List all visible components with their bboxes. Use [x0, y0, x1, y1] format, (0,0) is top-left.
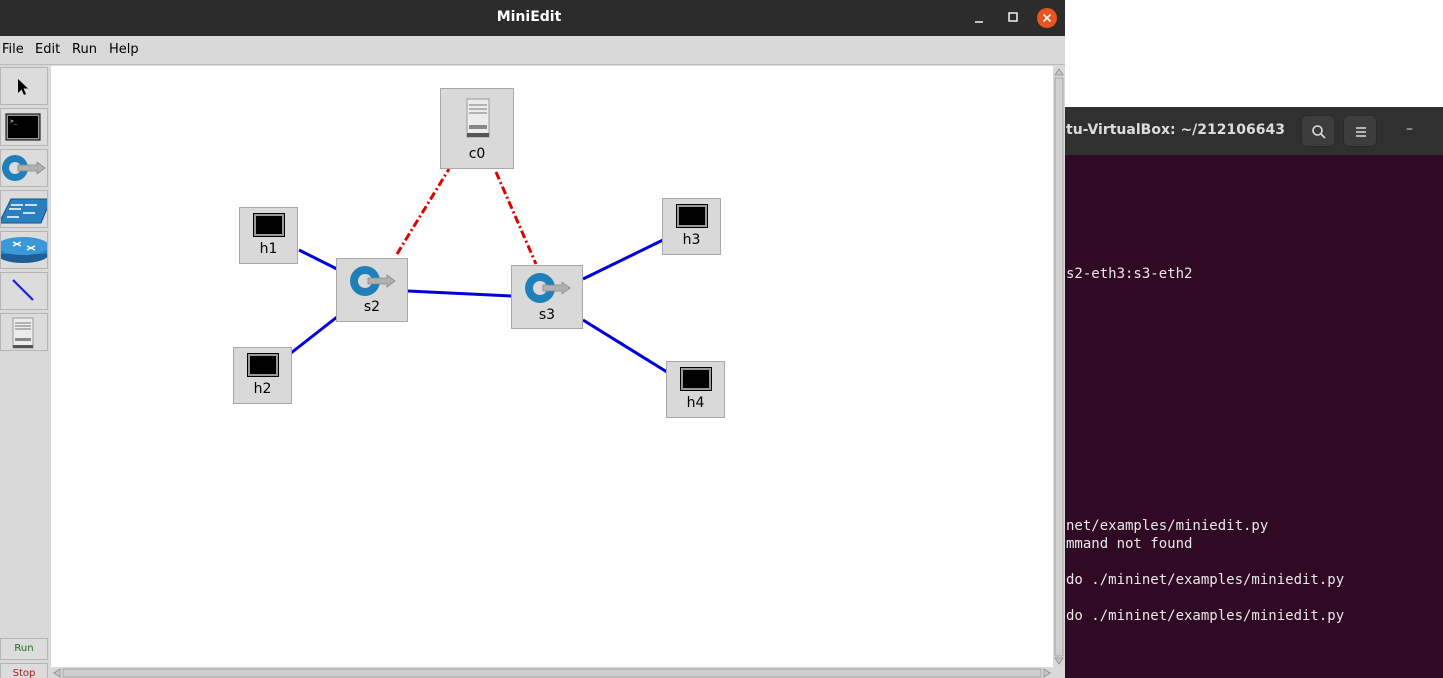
controller-node-c0[interactable]: c0: [440, 88, 514, 169]
scrollbar-track: [53, 668, 1051, 678]
run-button[interactable]: Run: [0, 638, 48, 660]
router-icon: [1, 237, 47, 263]
router-tool[interactable]: [0, 231, 48, 269]
close-button[interactable]: [1037, 8, 1057, 28]
menu-run[interactable]: Run: [72, 42, 97, 57]
terminal-line: do ./mininet/examples/miniedit.py: [1066, 608, 1345, 624]
switch-icon: [2, 155, 46, 181]
legacy-switch-icon: [1, 198, 47, 224]
search-icon: [1312, 125, 1326, 139]
close-icon: [1042, 13, 1052, 23]
link-s2-s3[interactable]: [407, 289, 512, 298]
terminal-window: tu-VirtualBox: ~/212106643 – s2-eth3:s3-…: [1040, 107, 1443, 678]
maximize-icon: [1008, 12, 1018, 22]
switch-tool[interactable]: [0, 149, 48, 187]
stop-button[interactable]: Stop: [0, 663, 48, 678]
terminal-menu-button[interactable]: [1343, 115, 1377, 147]
control-link-s2-c0[interactable]: [395, 168, 451, 255]
host-tool[interactable]: >_: [0, 108, 48, 146]
vertical-scrollbar[interactable]: [1053, 66, 1065, 667]
controller-icon: [466, 98, 490, 138]
title-bar[interactable]: MiniEdit: [0, 0, 1065, 36]
links-layer: [290, 168, 668, 374]
window-title: MiniEdit: [496, 9, 562, 25]
node-label: h1: [259, 241, 278, 257]
select-tool[interactable]: [0, 67, 48, 105]
node-label: h2: [253, 381, 272, 397]
terminal-line: mmand not found: [1066, 536, 1193, 552]
controller-icon: [12, 317, 34, 349]
host-icon: [253, 213, 285, 237]
terminal-search-button[interactable]: [1301, 115, 1335, 147]
host-node-h1[interactable]: h1: [239, 207, 298, 264]
maximize-button[interactable]: [1003, 8, 1023, 28]
node-label: s3: [538, 307, 556, 323]
switch-icon: [350, 266, 396, 296]
terminal-line: s2-eth3:s3-eth2: [1066, 266, 1193, 282]
tool-palette: >_ Run Stop: [0, 66, 50, 678]
host-icon: [676, 204, 708, 228]
legacy-switch-tool[interactable]: [0, 190, 48, 228]
terminal-title: tu-VirtualBox: ~/212106643: [1066, 122, 1285, 138]
control-link-s3-c0[interactable]: [494, 171, 538, 265]
node-label: s2: [363, 299, 381, 315]
host-node-h2[interactable]: h2: [233, 347, 292, 404]
menu-edit[interactable]: Edit: [35, 42, 60, 57]
host-icon: [680, 367, 712, 391]
terminal-header: tu-VirtualBox: ~/212106643 –: [1040, 107, 1443, 155]
menu-file[interactable]: File: [2, 42, 24, 57]
miniedit-window: MiniEdit File Edit Run Help >_ Run Stop …: [0, 0, 1065, 678]
cursor-icon: [18, 79, 28, 95]
switch-node-s3[interactable]: s3: [511, 265, 583, 329]
node-label: h3: [682, 232, 701, 248]
host-icon: [247, 353, 279, 377]
terminal-minimize-button[interactable]: –: [1406, 121, 1413, 137]
link-h2-s2[interactable]: [290, 315, 338, 355]
terminal-line: net/examples/miniedit.py: [1066, 518, 1269, 534]
menu-bar: File Edit Run Help: [0, 36, 1065, 65]
switch-icon: [525, 273, 571, 303]
link-icon: [12, 279, 34, 301]
host-node-h3[interactable]: h3: [662, 198, 721, 255]
link-s3-h4[interactable]: [582, 318, 668, 374]
svg-text:>_: >_: [10, 118, 18, 125]
node-label: c0: [468, 146, 486, 162]
scrollbar-track: [1054, 68, 1064, 665]
controller-tool[interactable]: [0, 313, 48, 351]
node-label: h4: [686, 395, 705, 411]
terminal-line: do ./mininet/examples/miniedit.py: [1066, 572, 1345, 588]
horizontal-scrollbar[interactable]: [51, 667, 1053, 678]
host-node-h4[interactable]: h4: [666, 361, 725, 418]
switch-node-s2[interactable]: s2: [336, 258, 408, 322]
link-s3-h3[interactable]: [582, 238, 664, 281]
minimize-icon: [975, 21, 983, 23]
menu-help[interactable]: Help: [109, 42, 139, 57]
host-icon: >_: [5, 113, 41, 141]
link-tool[interactable]: [0, 272, 48, 310]
link-h1-s2[interactable]: [298, 248, 338, 271]
topology-canvas[interactable]: c0 s2 s3 h1 h2 h3 h4: [51, 66, 1053, 667]
minimize-button[interactable]: [969, 8, 989, 28]
hamburger-icon: [1356, 127, 1366, 137]
